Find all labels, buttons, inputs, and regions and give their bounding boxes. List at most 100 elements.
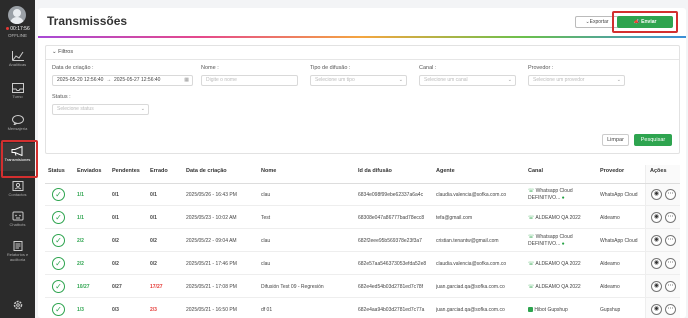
col-header-enviados: Enviados bbox=[77, 168, 102, 174]
col-header-data: Data de criação bbox=[186, 168, 227, 174]
more-icon[interactable]: ⋯ bbox=[665, 304, 676, 315]
agent-email: juan.garciad.qa@sofka.com.co bbox=[436, 307, 505, 313]
check-circle-icon: ✓ bbox=[52, 280, 65, 293]
eye-icon[interactable]: ◉ bbox=[651, 212, 662, 223]
channel-select[interactable]: Selecione um canal ⌄ bbox=[419, 75, 516, 86]
sidebar-item-settings[interactable] bbox=[0, 296, 35, 318]
eye-icon[interactable]: ◉ bbox=[651, 235, 662, 246]
sidebar-item-contactos[interactable]: Contactos bbox=[0, 178, 35, 206]
sidebar-item-turno[interactable]: Turno bbox=[0, 80, 35, 108]
error-count: 0/1 bbox=[150, 192, 157, 198]
created-date: 2025/05/21 - 17:46 PM bbox=[186, 261, 237, 267]
check-circle-icon: ✓ bbox=[52, 188, 65, 201]
sent-count: 10/27 bbox=[77, 284, 90, 290]
eye-icon[interactable]: ◉ bbox=[651, 281, 662, 292]
clear-button[interactable]: Limpar bbox=[602, 134, 629, 146]
contacts-icon bbox=[12, 181, 23, 191]
table-row[interactable]: ✓ 2/2 0/2 0/2 2025/05/22 - 09:04 AM clau… bbox=[45, 230, 680, 252]
sidebar-highlight-annotation bbox=[1, 140, 38, 178]
provider-select[interactable]: Selecione um provedor ⌄ bbox=[528, 75, 625, 86]
sent-count: 2/2 bbox=[77, 238, 84, 244]
table-row[interactable]: ✓ 1/1 0/1 0/1 2025/05/26 - 16:43 PM clau… bbox=[45, 184, 680, 206]
provider-name: Aldeamo bbox=[600, 284, 620, 290]
eye-icon[interactable]: ◉ bbox=[651, 258, 662, 269]
error-count: 0/2 bbox=[150, 261, 157, 267]
filters-toggle[interactable]: ⌄ Filtros bbox=[52, 49, 73, 55]
hibot-icon bbox=[528, 307, 533, 313]
pending-count: 0/2 bbox=[112, 238, 119, 244]
broadcast-id: 68308e047a86777bad78ecc8 bbox=[358, 215, 425, 221]
chevron-down-icon: ⌄ bbox=[140, 106, 145, 112]
provider-name: Gupshup bbox=[600, 307, 621, 313]
search-button[interactable]: Pesquisar bbox=[634, 134, 672, 146]
more-icon[interactable]: ⋯ bbox=[665, 281, 676, 292]
presence-status[interactable]: OFFLINE bbox=[0, 33, 35, 38]
sidebar-item-mensajeria[interactable]: Mensajería bbox=[0, 112, 35, 140]
check-circle-icon: ✓ bbox=[52, 257, 65, 270]
whatsapp-icon: ☏ bbox=[528, 215, 535, 221]
provider-name: Aldeamo bbox=[600, 261, 620, 267]
table-row[interactable]: ✓ 1/3 0/3 2/3 2025/05/21 - 16:50 PM df 0… bbox=[45, 299, 680, 318]
eye-icon[interactable]: ◉ bbox=[651, 304, 662, 315]
channel-cell: ☏ Whatsapp Cloud DEFINITIVO... ● bbox=[528, 188, 573, 201]
whatsapp-icon: ☏ bbox=[528, 284, 535, 290]
check-circle-icon: ✓ bbox=[52, 303, 65, 316]
date-range-input[interactable]: 2025-05-20 12:56:40 → 2025-05-27 12:56:4… bbox=[52, 75, 193, 86]
status-filter-label: Status : bbox=[52, 94, 71, 100]
status-dot bbox=[6, 27, 10, 31]
error-count: 0/1 bbox=[150, 215, 157, 221]
reports-icon bbox=[13, 241, 22, 251]
channel-cell: ☏ Whatsapp Cloud DEFINITIVO... ● bbox=[528, 234, 573, 247]
created-date: 2025/05/21 - 16:50 PM bbox=[186, 307, 237, 313]
more-icon[interactable]: ⋯ bbox=[665, 189, 676, 200]
pending-count: 0/27 bbox=[112, 284, 122, 290]
provider-name: WhatsApp Cloud bbox=[600, 238, 638, 244]
broadcast-id: 682e4aa94b03d2781ed7c77a bbox=[358, 307, 425, 313]
date-filter-label: Data de criação : bbox=[52, 65, 94, 71]
created-date: 2025/05/23 - 10:02 AM bbox=[186, 215, 237, 221]
col-header-errado: Errado bbox=[150, 168, 168, 174]
eye-icon[interactable]: ◉ bbox=[651, 189, 662, 200]
agent-email: claudia.valencia@sofka.com.co bbox=[436, 192, 507, 198]
more-icon[interactable]: ⋯ bbox=[665, 258, 676, 269]
chevron-down-icon: ⌄ bbox=[507, 77, 512, 83]
agent-email: cristian.tenantw@gmail.com bbox=[436, 238, 499, 244]
sidebar-item-analytics[interactable]: Analíticas bbox=[0, 48, 35, 76]
chat-icon bbox=[11, 115, 24, 125]
col-header-provedor: Provedor bbox=[600, 168, 625, 174]
broadcast-id: 682e4ed54b03d2781ed7c78f bbox=[358, 284, 424, 290]
error-count: 0/2 bbox=[150, 238, 157, 244]
more-icon[interactable]: ⋯ bbox=[665, 212, 676, 223]
table-row[interactable]: ✓ 10/27 0/27 17/27 2025/05/21 - 17:08 PM… bbox=[45, 276, 680, 298]
broadcast-name: df 01 bbox=[261, 307, 273, 313]
name-filter-label: Nome : bbox=[201, 65, 219, 71]
chevron-down-icon: ⌄ bbox=[616, 77, 621, 83]
col-header-status: Status bbox=[48, 168, 65, 174]
check-circle-icon: ✓ bbox=[52, 234, 65, 247]
channel-filter-label: Canal : bbox=[419, 65, 437, 71]
status-select[interactable]: Selecione status ⌄ bbox=[52, 104, 149, 115]
table-row[interactable]: ✓ 1/1 0/1 0/1 2025/05/23 - 10:02 AM Test… bbox=[45, 207, 680, 229]
type-select[interactable]: Selecione um tipo ⌄ bbox=[310, 75, 407, 86]
main-panel: Transmissões ⌄Exportar 📣 Enviar transmis… bbox=[38, 8, 686, 318]
col-header-agente: Agente bbox=[436, 168, 455, 174]
pending-count: 0/3 bbox=[112, 307, 119, 313]
col-header-canal: Canal bbox=[528, 168, 543, 174]
sidebar-item-chatbots[interactable]: Chatbots bbox=[0, 208, 35, 236]
pending-count: 0/2 bbox=[112, 261, 119, 267]
filters-panel: ⌄ Filtros Data de criação : 2025-05-20 1… bbox=[45, 45, 680, 154]
sidebar-item-relatorios[interactable]: Relatorios e auditoria bbox=[0, 238, 35, 272]
whatsapp-icon: ☏ bbox=[528, 234, 535, 240]
col-header-nome: Nome bbox=[261, 168, 277, 174]
avatar[interactable] bbox=[8, 6, 26, 24]
name-input[interactable]: Digite o nome bbox=[201, 75, 298, 86]
sent-count: 1/3 bbox=[77, 307, 84, 313]
provider-filter-label: Provedor : bbox=[528, 65, 554, 71]
channel-cell: Hibot Gupshup bbox=[528, 307, 598, 313]
pending-count: 0/1 bbox=[112, 215, 119, 221]
broadcast-name: Test bbox=[261, 215, 271, 221]
table-row[interactable]: ✓ 2/2 0/2 0/2 2025/05/21 - 17:46 PM clau… bbox=[45, 253, 680, 275]
channel-cell: ☏ ALDEAMO QA 2022 bbox=[528, 284, 581, 290]
more-icon[interactable]: ⋯ bbox=[665, 235, 676, 246]
error-count: 17/27 bbox=[150, 284, 163, 290]
